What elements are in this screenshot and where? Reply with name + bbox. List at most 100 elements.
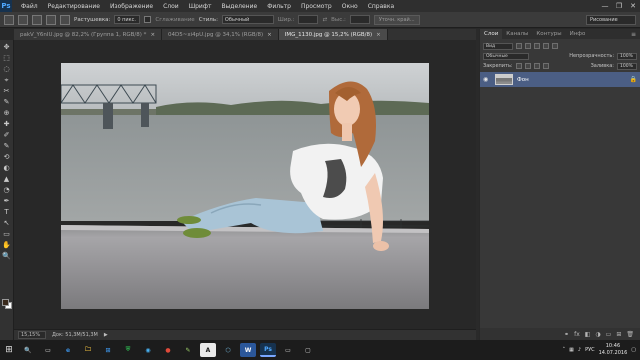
opacity-input[interactable]: 100% xyxy=(617,52,637,60)
width-input[interactable] xyxy=(298,15,319,24)
new-group-icon[interactable]: ▭ xyxy=(606,331,612,338)
lock-paint-icon[interactable] xyxy=(524,63,531,69)
document-image[interactable] xyxy=(61,63,429,309)
filter-type-icon[interactable] xyxy=(534,43,540,49)
gradient-tool-icon[interactable]: ◐ xyxy=(2,164,12,174)
menu-view[interactable]: Просмотр xyxy=(296,3,337,10)
tab-close-icon[interactable]: × xyxy=(150,32,155,38)
refine-edge-button[interactable]: Уточн. край... xyxy=(373,14,420,25)
minimize-button[interactable]: — xyxy=(598,0,612,12)
tab-close-icon[interactable]: × xyxy=(376,32,381,38)
crop-tool-icon[interactable]: ✂ xyxy=(2,87,12,97)
chrome-icon[interactable]: ◉ xyxy=(140,343,156,357)
menu-window[interactable]: Окно xyxy=(337,3,363,10)
restore-button[interactable]: ❐ xyxy=(612,0,626,12)
hand-tool-icon[interactable]: ✋ xyxy=(2,241,12,251)
marquee-tool-icon[interactable]: ⬚ xyxy=(2,54,12,64)
style-select[interactable]: Обычный xyxy=(221,15,274,24)
filter-pixel-icon[interactable] xyxy=(516,43,522,49)
search-icon[interactable]: 🔍 xyxy=(20,343,36,357)
tab-channels[interactable]: Каналы xyxy=(502,29,532,39)
layer-background[interactable]: ◉ Фон 🔒 xyxy=(480,72,640,87)
tray-up-arrow-icon[interactable]: ˄ xyxy=(563,347,566,353)
filter-smart-icon[interactable] xyxy=(552,43,558,49)
type-tool-icon[interactable]: T xyxy=(2,208,12,218)
link-layers-icon[interactable]: ⚭ xyxy=(564,331,569,338)
menu-help[interactable]: Справка xyxy=(363,3,399,10)
foreground-color-swatch[interactable] xyxy=(2,299,9,306)
marquee-tool-icon[interactable] xyxy=(4,14,14,25)
app-red-icon[interactable]: ● xyxy=(160,343,176,357)
tab-paths[interactable]: Контуры xyxy=(532,29,565,39)
network-icon[interactable]: ▦ xyxy=(569,347,574,353)
add-selection-icon[interactable] xyxy=(32,14,42,25)
file-explorer-icon[interactable]: 🗀 xyxy=(80,343,96,357)
workspace-select[interactable]: Рисование xyxy=(586,15,636,25)
notifications-icon[interactable]: ▢ xyxy=(631,347,636,353)
pen-tool-icon[interactable]: ✒ xyxy=(2,197,12,207)
zoom-field[interactable]: 15,15% xyxy=(18,331,46,339)
status-menu-arrow-icon[interactable]: ▶ xyxy=(104,332,108,338)
close-button[interactable]: ✕ xyxy=(626,0,640,12)
shield-icon[interactable]: ⛨ xyxy=(120,343,136,357)
dodge-tool-icon[interactable]: ◔ xyxy=(2,186,12,196)
intersect-selection-icon[interactable] xyxy=(60,14,70,25)
menu-filter[interactable]: Фильтр xyxy=(262,3,296,10)
menu-image[interactable]: Изображение xyxy=(105,3,158,10)
filter-shape-icon[interactable] xyxy=(543,43,549,49)
app-hex-icon[interactable]: ⬡ xyxy=(220,343,236,357)
word-icon[interactable]: W xyxy=(240,343,256,357)
menu-type[interactable]: Шрифт xyxy=(184,3,217,10)
subtract-selection-icon[interactable] xyxy=(46,14,56,25)
fill-input[interactable]: 100% xyxy=(617,62,637,70)
layer-mask-icon[interactable]: ◧ xyxy=(585,331,591,338)
window-icon[interactable]: ▭ xyxy=(280,343,296,357)
app-square-icon[interactable]: ▢ xyxy=(300,343,316,357)
edge-browser-icon[interactable]: e xyxy=(60,343,76,357)
task-view-icon[interactable]: ▭ xyxy=(40,343,56,357)
clone-stamp-tool-icon[interactable]: ✐ xyxy=(2,131,12,141)
shape-tool-icon[interactable]: ▭ xyxy=(2,230,12,240)
font-app-icon[interactable]: A xyxy=(200,343,216,357)
tab-document-1[interactable]: pakV_Y6nIU.jpg @ 82,2% (Группа 1, RGB/8)… xyxy=(14,29,163,40)
path-select-tool-icon[interactable]: ↖ xyxy=(2,219,12,229)
clock[interactable]: 10:46 14.07.2016 xyxy=(599,343,628,357)
volume-icon[interactable]: ♪ xyxy=(578,347,581,353)
blend-mode-select[interactable]: Обычные xyxy=(483,52,529,60)
start-button[interactable]: ⊞ xyxy=(0,340,18,360)
kind-filter-select[interactable]: Вид xyxy=(483,42,513,50)
height-input[interactable] xyxy=(349,15,370,24)
antialias-checkbox[interactable] xyxy=(144,16,152,23)
visibility-eye-icon[interactable]: ◉ xyxy=(483,76,491,83)
zoom-tool-icon[interactable]: 🔍 xyxy=(2,252,12,262)
eyedropper-tool-icon[interactable]: ✎ xyxy=(2,98,12,108)
new-layer-icon[interactable]: ⊞ xyxy=(616,331,621,338)
lock-all-icon[interactable] xyxy=(542,63,549,69)
move-tool-icon[interactable]: ✥ xyxy=(2,43,12,53)
lasso-tool-icon[interactable]: ◌ xyxy=(2,65,12,75)
panel-menu-icon[interactable]: ≡ xyxy=(627,29,640,39)
tab-close-icon[interactable]: × xyxy=(267,32,272,38)
blur-tool-icon[interactable]: ▲ xyxy=(2,175,12,185)
store-icon[interactable]: ⊞ xyxy=(100,343,116,357)
tab-layers[interactable]: Слои xyxy=(480,29,503,39)
healing-tool-icon[interactable]: ⊕ xyxy=(2,109,12,119)
feather-input[interactable]: 0 пикс. xyxy=(114,15,141,24)
paint-icon[interactable]: ✎ xyxy=(180,343,196,357)
lock-move-icon[interactable] xyxy=(533,63,540,69)
menu-layers[interactable]: Слои xyxy=(158,3,184,10)
quick-select-tool-icon[interactable]: ⌖ xyxy=(2,76,12,86)
lock-pixels-icon[interactable] xyxy=(515,63,522,69)
language-indicator[interactable]: РУС xyxy=(585,347,595,353)
adjustment-layer-icon[interactable]: ◑ xyxy=(595,331,600,338)
trash-icon[interactable]: 🗑 xyxy=(626,331,634,338)
canvas-area[interactable] xyxy=(14,40,476,329)
tab-document-2[interactable]: 04D5~xi4pU.jpg @ 34,1% (RGB/8) × xyxy=(162,29,279,40)
eraser-tool-icon[interactable]: ⟲ xyxy=(2,153,12,163)
history-brush-tool-icon[interactable]: ✎ xyxy=(2,142,12,152)
photoshop-taskbar-icon[interactable]: Ps xyxy=(260,343,276,357)
new-selection-icon[interactable] xyxy=(18,14,28,25)
brush-tool-icon[interactable]: ✚ xyxy=(2,120,12,130)
filter-adjust-icon[interactable] xyxy=(525,43,531,49)
menu-file[interactable]: Файл xyxy=(16,3,43,10)
